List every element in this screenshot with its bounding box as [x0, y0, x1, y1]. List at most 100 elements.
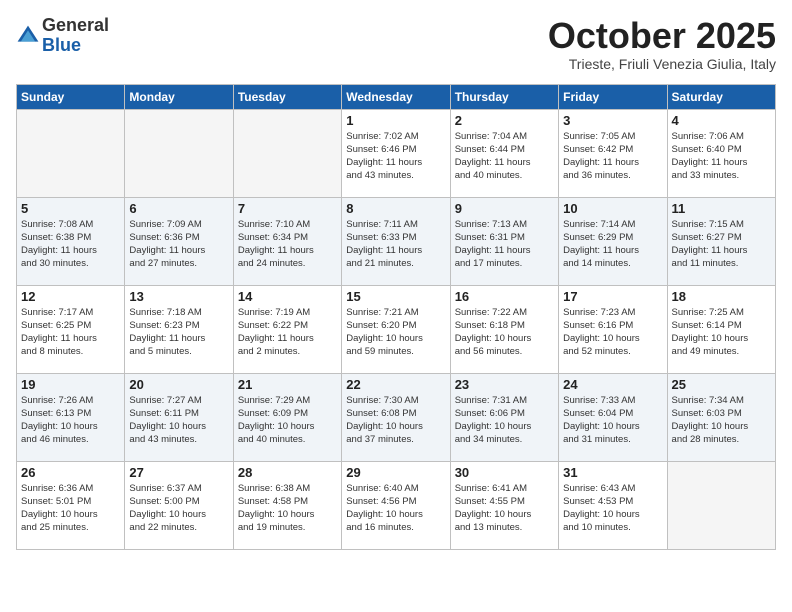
day-info: Sunrise: 6:37 AM Sunset: 5:00 PM Dayligh…: [129, 482, 228, 535]
day-info: Sunrise: 7:31 AM Sunset: 6:06 PM Dayligh…: [455, 394, 554, 447]
logo-text: General Blue: [42, 16, 109, 56]
day-number: 2: [455, 113, 554, 128]
calendar-week-row: 26Sunrise: 6:36 AM Sunset: 5:01 PM Dayli…: [17, 461, 776, 549]
day-number: 14: [238, 289, 337, 304]
calendar-cell: 28 Sunrise: 6:38 AM Sunset: 4:58 PM Dayli…: [233, 461, 341, 549]
day-number: 19: [21, 377, 120, 392]
day-info: Sunrise: 7:11 AM Sunset: 6:33 PM Dayligh…: [346, 218, 445, 271]
day-number: 6: [129, 201, 228, 216]
weekday-header-monday: Monday: [125, 84, 233, 109]
calendar-cell: [233, 109, 341, 197]
calendar-cell: 15Sunrise: 7:21 AM Sunset: 6:20 PM Dayli…: [342, 285, 450, 373]
weekday-header-saturday: Saturday: [667, 84, 775, 109]
weekday-header-thursday: Thursday: [450, 84, 558, 109]
calendar-table: SundayMondayTuesdayWednesdayThursdayFrid…: [16, 84, 776, 550]
calendar-cell: 30Sunrise: 6:41 AM Sunset: 4:55 PM Dayli…: [450, 461, 558, 549]
day-number: 23: [455, 377, 554, 392]
day-info: Sunrise: 6:43 AM Sunset: 4:53 PM Dayligh…: [563, 482, 662, 535]
day-number: 21: [238, 377, 337, 392]
day-info: Sunrise: 7:21 AM Sunset: 6:20 PM Dayligh…: [346, 306, 445, 359]
title-section: October 2025 Trieste, Friuli Venezia Giu…: [548, 16, 776, 72]
calendar-cell: 29Sunrise: 6:40 AM Sunset: 4:56 PM Dayli…: [342, 461, 450, 549]
day-number: 25: [672, 377, 771, 392]
day-number: 17: [563, 289, 662, 304]
calendar-cell: 27 Sunrise: 6:37 AM Sunset: 5:00 PM Dayli…: [125, 461, 233, 549]
day-info: Sunrise: 7:22 AM Sunset: 6:18 PM Dayligh…: [455, 306, 554, 359]
day-info: Sunrise: 7:34 AM Sunset: 6:03 PM Dayligh…: [672, 394, 771, 447]
calendar-cell: 4 Sunrise: 7:06 AM Sunset: 6:40 PM Daylig…: [667, 109, 775, 197]
day-info: Sunrise: 7:29 AM Sunset: 6:09 PM Dayligh…: [238, 394, 337, 447]
day-number: 26: [21, 465, 120, 480]
calendar-cell: 7Sunrise: 7:10 AM Sunset: 6:34 PM Daylig…: [233, 197, 341, 285]
day-info: Sunrise: 7:05 AM Sunset: 6:42 PM Dayligh…: [563, 130, 662, 183]
day-number: 11: [672, 201, 771, 216]
weekday-header-wednesday: Wednesday: [342, 84, 450, 109]
day-number: 7: [238, 201, 337, 216]
calendar-cell: 20 Sunrise: 7:27 AM Sunset: 6:11 PM Dayli…: [125, 373, 233, 461]
logo-general: General: [42, 16, 109, 36]
calendar-cell: 24Sunrise: 7:33 AM Sunset: 6:04 PM Dayli…: [559, 373, 667, 461]
calendar-cell: 6 Sunrise: 7:09 AM Sunset: 6:36 PM Daylig…: [125, 197, 233, 285]
day-number: 24: [563, 377, 662, 392]
day-info: Sunrise: 7:08 AM Sunset: 6:38 PM Dayligh…: [21, 218, 120, 271]
weekday-header-row: SundayMondayTuesdayWednesdayThursdayFrid…: [17, 84, 776, 109]
day-number: 16: [455, 289, 554, 304]
calendar-week-row: 1Sunrise: 7:02 AM Sunset: 6:46 PM Daylig…: [17, 109, 776, 197]
day-number: 27: [129, 465, 228, 480]
calendar-cell: 12 Sunrise: 7:17 AM Sunset: 6:25 PM Dayli…: [17, 285, 125, 373]
day-number: 20: [129, 377, 228, 392]
calendar-week-row: 5 Sunrise: 7:08 AM Sunset: 6:38 PM Daylig…: [17, 197, 776, 285]
day-info: Sunrise: 7:17 AM Sunset: 6:25 PM Dayligh…: [21, 306, 120, 359]
day-info: Sunrise: 7:26 AM Sunset: 6:13 PM Dayligh…: [21, 394, 120, 447]
day-number: 4: [672, 113, 771, 128]
calendar-cell: 23 Sunrise: 7:31 AM Sunset: 6:06 PM Dayli…: [450, 373, 558, 461]
day-number: 3: [563, 113, 662, 128]
day-info: Sunrise: 7:19 AM Sunset: 6:22 PM Dayligh…: [238, 306, 337, 359]
day-info: Sunrise: 6:38 AM Sunset: 4:58 PM Dayligh…: [238, 482, 337, 535]
location-subtitle: Trieste, Friuli Venezia Giulia, Italy: [548, 56, 776, 72]
day-info: Sunrise: 7:30 AM Sunset: 6:08 PM Dayligh…: [346, 394, 445, 447]
day-number: 5: [21, 201, 120, 216]
calendar-cell: 14 Sunrise: 7:19 AM Sunset: 6:22 PM Dayli…: [233, 285, 341, 373]
day-number: 29: [346, 465, 445, 480]
day-info: Sunrise: 7:13 AM Sunset: 6:31 PM Dayligh…: [455, 218, 554, 271]
day-number: 8: [346, 201, 445, 216]
day-info: Sunrise: 7:09 AM Sunset: 6:36 PM Dayligh…: [129, 218, 228, 271]
month-title: October 2025: [548, 16, 776, 56]
calendar-week-row: 19 Sunrise: 7:26 AM Sunset: 6:13 PM Dayli…: [17, 373, 776, 461]
day-info: Sunrise: 7:15 AM Sunset: 6:27 PM Dayligh…: [672, 218, 771, 271]
calendar-cell: 11 Sunrise: 7:15 AM Sunset: 6:27 PM Dayli…: [667, 197, 775, 285]
calendar-cell: 19 Sunrise: 7:26 AM Sunset: 6:13 PM Dayli…: [17, 373, 125, 461]
calendar-cell: 5 Sunrise: 7:08 AM Sunset: 6:38 PM Daylig…: [17, 197, 125, 285]
day-number: 1: [346, 113, 445, 128]
day-number: 12: [21, 289, 120, 304]
weekday-header-friday: Friday: [559, 84, 667, 109]
calendar-cell: 26Sunrise: 6:36 AM Sunset: 5:01 PM Dayli…: [17, 461, 125, 549]
calendar-cell: 9 Sunrise: 7:13 AM Sunset: 6:31 PM Daylig…: [450, 197, 558, 285]
page-header: General Blue October 2025 Trieste, Friul…: [16, 16, 776, 72]
calendar-cell: 31Sunrise: 6:43 AM Sunset: 4:53 PM Dayli…: [559, 461, 667, 549]
logo: General Blue: [16, 16, 109, 56]
weekday-header-tuesday: Tuesday: [233, 84, 341, 109]
calendar-cell: 13Sunrise: 7:18 AM Sunset: 6:23 PM Dayli…: [125, 285, 233, 373]
calendar-cell: 22Sunrise: 7:30 AM Sunset: 6:08 PM Dayli…: [342, 373, 450, 461]
day-info: Sunrise: 7:04 AM Sunset: 6:44 PM Dayligh…: [455, 130, 554, 183]
calendar-cell: 18Sunrise: 7:25 AM Sunset: 6:14 PM Dayli…: [667, 285, 775, 373]
calendar-cell: 25 Sunrise: 7:34 AM Sunset: 6:03 PM Dayli…: [667, 373, 775, 461]
day-number: 10: [563, 201, 662, 216]
logo-blue: Blue: [42, 36, 109, 56]
day-number: 13: [129, 289, 228, 304]
calendar-cell: 17Sunrise: 7:23 AM Sunset: 6:16 PM Dayli…: [559, 285, 667, 373]
day-number: 9: [455, 201, 554, 216]
day-info: Sunrise: 7:27 AM Sunset: 6:11 PM Dayligh…: [129, 394, 228, 447]
calendar-cell: 10Sunrise: 7:14 AM Sunset: 6:29 PM Dayli…: [559, 197, 667, 285]
calendar-cell: [125, 109, 233, 197]
calendar-cell: 21 Sunrise: 7:29 AM Sunset: 6:09 PM Dayli…: [233, 373, 341, 461]
day-number: 28: [238, 465, 337, 480]
day-number: 18: [672, 289, 771, 304]
day-info: Sunrise: 7:06 AM Sunset: 6:40 PM Dayligh…: [672, 130, 771, 183]
logo-icon: [16, 24, 40, 48]
weekday-header-sunday: Sunday: [17, 84, 125, 109]
calendar-cell: 8 Sunrise: 7:11 AM Sunset: 6:33 PM Daylig…: [342, 197, 450, 285]
day-number: 30: [455, 465, 554, 480]
